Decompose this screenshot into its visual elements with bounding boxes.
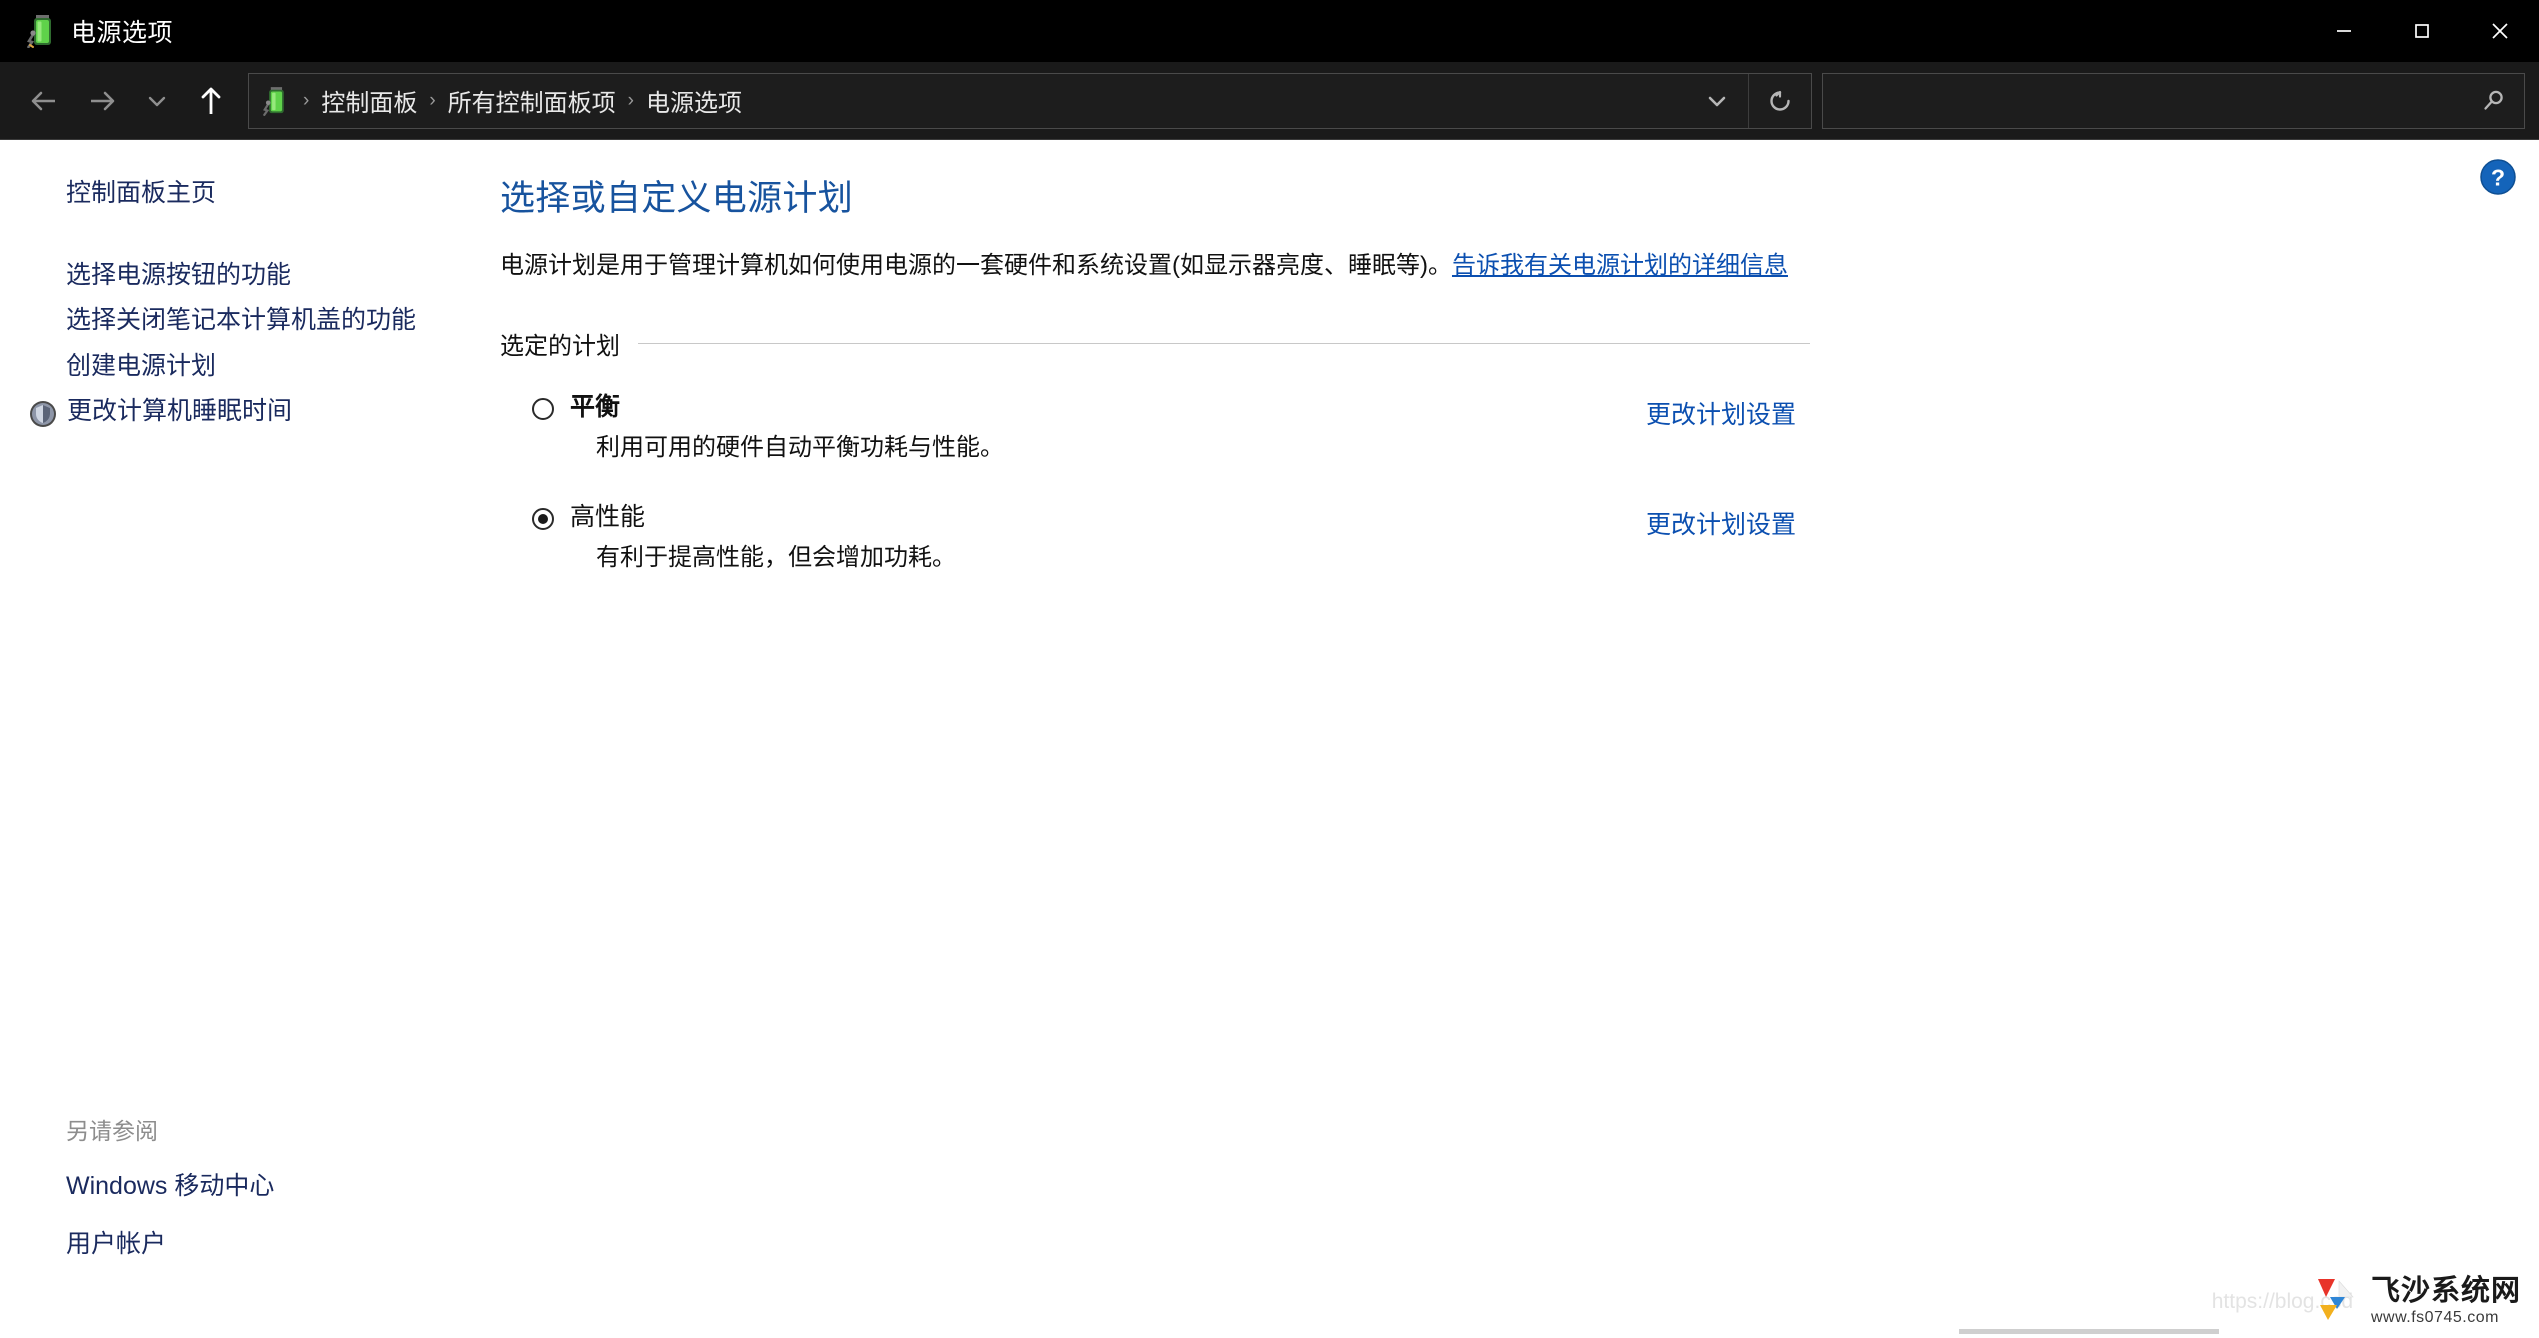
power-plan-high-performance-description: 有利于提高性能，但会增加功耗。 bbox=[596, 544, 956, 572]
title-bar-left: 电源选项 bbox=[0, 13, 173, 49]
power-plan-balanced-name: 平衡 bbox=[570, 392, 621, 421]
svg-text:?: ? bbox=[2491, 165, 2505, 191]
radio-high-performance[interactable] bbox=[532, 507, 554, 530]
forward-arrow-icon bbox=[91, 91, 115, 110]
learn-more-link[interactable]: 告诉我有关电源计划的详细信息 bbox=[1452, 252, 1788, 279]
change-plan-settings-link-high-performance[interactable]: 更改计划设置 bbox=[1646, 511, 1796, 539]
sidebar-item-power-button-function[interactable]: 选择电源按钮的功能 bbox=[66, 258, 436, 294]
breadcrumb: › 控制面板 › 所有控制面板项 › 电源选项 bbox=[299, 79, 1686, 122]
page-title: 选择或自定义电源计划 bbox=[500, 179, 854, 218]
power-plan-high-performance-action: 更改计划设置 bbox=[1646, 501, 1810, 541]
power-plan-high-performance-name: 高性能 bbox=[570, 502, 646, 531]
power-plan-balanced-texts: 平衡 利用可用的硬件自动平衡功耗与性能。 bbox=[570, 391, 1004, 465]
search-icon[interactable] bbox=[2462, 74, 2524, 128]
recent-locations-button[interactable] bbox=[134, 70, 180, 132]
power-plan-list: 平衡 利用可用的硬件自动平衡功耗与性能。 更改计划设置 高性能 有利于提高性能，… bbox=[500, 391, 1810, 575]
forward-button[interactable] bbox=[74, 70, 132, 132]
breadcrumb-separator-0: › bbox=[303, 89, 310, 111]
shield-icon bbox=[29, 400, 57, 433]
chevron-down-icon bbox=[148, 96, 166, 106]
window-title: 电源选项 bbox=[71, 19, 174, 47]
power-plan-row-high-performance: 高性能 有利于提高性能，但会增加功耗。 更改计划设置 bbox=[500, 501, 1810, 575]
watermark-bar bbox=[1959, 1329, 2219, 1334]
window-controls bbox=[2305, 0, 2539, 62]
power-plan-high-performance-selector[interactable]: 高性能 有利于提高性能，但会增加功耗。 bbox=[500, 501, 1646, 575]
sidebar: 控制面板主页 选择电源按钮的功能 选择关闭笔记本计算机盖的功能 创建电源计划 更… bbox=[0, 140, 490, 1338]
breadcrumb-item-0[interactable]: 控制面板 bbox=[313, 79, 425, 122]
sidebar-item-change-sleep-time-label: 更改计算机睡眠时间 bbox=[67, 397, 293, 425]
change-plan-settings-link-balanced[interactable]: 更改计划设置 bbox=[1646, 401, 1796, 429]
close-button[interactable] bbox=[2461, 0, 2539, 62]
see-also-section: 另请参阅 Windows 移动中心 用户帐户 bbox=[0, 1112, 490, 1338]
selected-plan-group-header: 选定的计划 bbox=[500, 326, 1810, 361]
sidebar-item-change-sleep-time[interactable]: 更改计算机睡眠时间 bbox=[29, 394, 466, 433]
minimize-button[interactable] bbox=[2305, 0, 2383, 62]
watermark-brand: 飞沙系统网 bbox=[2370, 1275, 2521, 1307]
power-plan-balanced-action: 更改计划设置 bbox=[1646, 391, 1810, 431]
see-also-title: 另请参阅 bbox=[66, 1118, 158, 1144]
see-also-item-windows-mobility-center[interactable]: Windows 移动中心 bbox=[66, 1166, 490, 1202]
watermark-text-block: 飞沙系统网 www.fs0745.com bbox=[2371, 1277, 2521, 1326]
search-box[interactable] bbox=[1822, 72, 2525, 129]
address-bar-actions bbox=[1686, 73, 1811, 128]
maximize-button[interactable] bbox=[2383, 0, 2461, 62]
battery-icon bbox=[27, 14, 57, 48]
title-bar: 电源选项 bbox=[0, 0, 2539, 62]
address-bar[interactable]: › 控制面板 › 所有控制面板项 › 电源选项 bbox=[248, 72, 1812, 129]
breadcrumb-separator-1: › bbox=[429, 89, 436, 111]
chevron-down-icon bbox=[1708, 96, 1726, 106]
back-button[interactable] bbox=[14, 70, 72, 132]
back-arrow-icon bbox=[31, 91, 55, 110]
watermark-logo-mark bbox=[2313, 1275, 2363, 1328]
breadcrumb-item-2[interactable]: 电源选项 bbox=[638, 79, 750, 122]
address-dropdown-button[interactable] bbox=[1686, 74, 1748, 128]
page-description-text: 电源计划是用于管理计算机如何使用电源的一套硬件和系统设置(如显示器亮度、睡眠等)… bbox=[500, 252, 1452, 279]
power-plan-row-balanced: 平衡 利用可用的硬件自动平衡功耗与性能。 更改计划设置 bbox=[500, 391, 1810, 465]
sidebar-item-control-panel-home[interactable]: 控制面板主页 bbox=[66, 176, 436, 212]
power-plan-balanced-selector[interactable]: 平衡 利用可用的硬件自动平衡功耗与性能。 bbox=[500, 391, 1646, 465]
power-options-window: 电源选项 › 控制面板 › 所有控制面板项 › 电源选项 控制面板主页 选择电源… bbox=[0, 0, 2539, 1338]
refresh-button[interactable] bbox=[1749, 74, 1811, 128]
see-also-item-user-accounts[interactable]: 用户帐户 bbox=[66, 1224, 490, 1260]
breadcrumb-separator-2: › bbox=[627, 89, 634, 111]
sidebar-item-lid-close-function[interactable]: 选择关闭笔记本计算机盖的功能 bbox=[66, 303, 436, 339]
page-description: 电源计划是用于管理计算机如何使用电源的一套硬件和系统设置(如显示器亮度、睡眠等)… bbox=[500, 247, 1800, 286]
radio-balanced[interactable] bbox=[532, 397, 554, 420]
group-divider bbox=[638, 342, 1810, 344]
search-input[interactable] bbox=[1823, 87, 2462, 114]
nav-buttons bbox=[0, 62, 240, 140]
help-question-icon: ? bbox=[2480, 159, 2516, 195]
breadcrumb-item-1[interactable]: 所有控制面板项 bbox=[440, 79, 624, 122]
sidebar-top: 控制面板主页 选择电源按钮的功能 选择关闭笔记本计算机盖的功能 创建电源计划 更… bbox=[0, 176, 490, 443]
address-bar-battery-icon bbox=[249, 86, 299, 116]
power-plan-balanced-description: 利用可用的硬件自动平衡功耗与性能。 bbox=[596, 434, 1004, 462]
refresh-icon bbox=[1770, 90, 1790, 111]
main-panel: ? 选择或自定义电源计划 电源计划是用于管理计算机如何使用电源的一套硬件和系统设… bbox=[490, 140, 2539, 1338]
content-area: 控制面板主页 选择电源按钮的功能 选择关闭笔记本计算机盖的功能 创建电源计划 更… bbox=[0, 140, 2539, 1338]
up-button[interactable] bbox=[182, 70, 240, 132]
help-button[interactable]: ? bbox=[2477, 156, 2519, 198]
up-arrow-icon bbox=[201, 87, 221, 114]
navigation-bar: › 控制面板 › 所有控制面板项 › 电源选项 bbox=[0, 62, 2539, 140]
watermark-logo: 飞沙系统网 www.fs0745.com bbox=[2313, 1275, 2521, 1328]
sidebar-item-create-power-plan[interactable]: 创建电源计划 bbox=[66, 349, 436, 385]
power-plan-high-performance-texts: 高性能 有利于提高性能，但会增加功耗。 bbox=[570, 501, 956, 575]
selected-plan-group-label: 选定的计划 bbox=[500, 332, 620, 360]
watermark-url: www.fs0745.com bbox=[2370, 1309, 2499, 1326]
